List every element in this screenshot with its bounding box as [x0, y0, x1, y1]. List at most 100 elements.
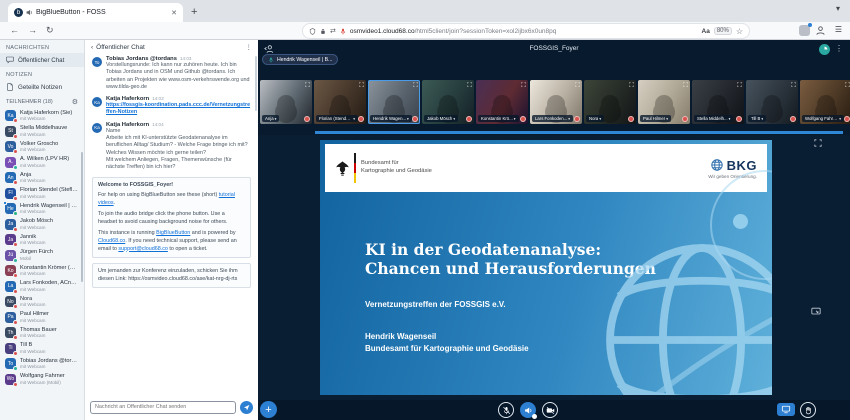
participant-row[interactable]: TiTill Bmit Webcam	[0, 341, 84, 357]
cloud68-link[interactable]: Cloud68.co	[98, 238, 125, 244]
chat-link[interactable]: https://fossgis-koordination.pads.ccc.de…	[106, 102, 251, 117]
bigbluebutton-link[interactable]: BigBlueButton	[156, 230, 190, 236]
chat-back-chevron[interactable]: ‹	[91, 44, 93, 51]
webcam-name-pill[interactable]: Till B▾	[748, 115, 766, 122]
expand-icon[interactable]	[629, 82, 634, 87]
participant-row[interactable]: HeHendrik Wagenseil | BKGmit Webcam	[0, 201, 84, 217]
chat-message-input[interactable]	[90, 401, 236, 414]
participant-row[interactable]: JaJannikmit Webcam	[0, 232, 84, 248]
webcam-tile[interactable]: Till B▾	[746, 80, 798, 124]
webcam-tile[interactable]: Anja▾	[260, 80, 312, 124]
webcam-tile[interactable]: Stella Middelh...▾	[692, 80, 744, 124]
participant-row[interactable]: AnAnjamit Webcam	[0, 170, 84, 186]
webcam-name-pill[interactable]: Konstantin Krö...▾	[478, 115, 519, 122]
connection-status-icon[interactable]	[819, 44, 830, 55]
webcam-tile[interactable]: Nora▾	[584, 80, 636, 124]
sidebar-item-shared-notes[interactable]: Geteilte Notizen	[0, 80, 84, 94]
bookmark-star-icon[interactable]: ☆	[736, 27, 743, 36]
expand-icon[interactable]	[521, 82, 526, 87]
expand-icon[interactable]	[791, 82, 796, 87]
participants-section-label: TEILNEHMER (18)	[6, 99, 53, 105]
participant-row[interactable]: KoKonstantin Krömer (RAG)mit Webcam	[0, 263, 84, 279]
webcam-tile[interactable]: Jakob Mösch▾	[422, 80, 474, 124]
webcam-tile[interactable]: Florian (Stendel...▾	[314, 80, 366, 124]
expand-icon[interactable]	[413, 82, 418, 87]
participant-row[interactable]: WoWolfgang Fahrnermit Webcam (Mobil)	[0, 372, 84, 388]
profile-icon[interactable]	[815, 25, 826, 36]
chat-text: Name Arbeite ich mit KI-unterstützte Geo…	[106, 128, 251, 172]
webcam-name-pill[interactable]: Lars Fonkoden...▾	[532, 115, 573, 122]
share-webcam-button[interactable]	[542, 402, 558, 418]
webcam-name-pill[interactable]: Hendrik Wagen...▾	[370, 115, 412, 122]
expand-icon[interactable]	[683, 82, 688, 87]
webcam-tile-active-speaker[interactable]: Hendrik Wagen...▾	[368, 80, 420, 124]
expand-icon[interactable]	[845, 82, 850, 87]
new-tab-button[interactable]: +	[191, 3, 197, 22]
chat-message-list[interactable]: To Tobias Jordans @tordans14:03 Vorstell…	[85, 54, 258, 399]
participant-row[interactable]: ThThomas Bauermit Webcam	[0, 325, 84, 341]
zoom-level-badge[interactable]: 80%	[714, 27, 732, 35]
translate-icon[interactable]: Aa	[702, 28, 710, 35]
manage-users-gear-icon[interactable]: ⚙	[72, 98, 78, 106]
webcam-name-pill[interactable]: Nora▾	[586, 115, 604, 122]
participant-row[interactable]: ToTobias Jordans @tordansmit Webcam	[0, 356, 84, 372]
options-menu-icon[interactable]: ⋮	[835, 44, 843, 53]
shield-icon[interactable]	[309, 28, 316, 35]
sidebar-item-public-chat[interactable]: Öffentlicher Chat	[0, 53, 84, 67]
back-button[interactable]: ←	[10, 25, 19, 35]
webcam-tile[interactable]: Lars Fonkoden...▾	[530, 80, 582, 124]
participants-scrollbar[interactable]	[81, 152, 83, 282]
participant-row[interactable]: NoNoramit Webcam	[0, 294, 84, 310]
mic-status-badge	[13, 134, 18, 139]
browser-tab[interactable]: b BigBlueButton - FOSS ✕	[8, 3, 183, 22]
talking-indicator[interactable]: Hendrik Wagenseil | B...	[262, 54, 338, 65]
expand-icon[interactable]	[575, 82, 580, 87]
participant-row[interactable]: LaLars Fonkoden, ACnet GmbHmit Webcam	[0, 279, 84, 295]
send-message-button[interactable]	[240, 401, 253, 414]
minimize-presentation-button[interactable]	[811, 307, 821, 316]
webcam-tile[interactable]: Wolfgang Fahrner▾	[800, 80, 850, 124]
presentation-fullscreen-icon[interactable]	[814, 139, 822, 147]
screen-icon	[781, 405, 791, 414]
actions-plus-button[interactable]: +	[260, 401, 277, 418]
tab-list-chevron-icon[interactable]: ▾	[836, 4, 840, 13]
raise-hand-button[interactable]	[800, 402, 816, 418]
extension-icon[interactable]	[799, 25, 810, 36]
webcam-name-pill[interactable]: Wolfgang Fahrner▾	[802, 115, 844, 122]
expand-icon[interactable]	[467, 82, 472, 87]
url-bar[interactable]: ⇄ osmvideo1.cloud68.co/html5client/join?…	[303, 24, 749, 38]
participant-row[interactable]: StStella Middelhauvemit Webcam	[0, 124, 84, 140]
support-email-link[interactable]: support@cloud68.co	[118, 246, 168, 252]
participant-row[interactable]: JüJürgen FürchMobil	[0, 248, 84, 264]
webcam-tile[interactable]: Konstantin Krö...▾	[476, 80, 528, 124]
webcam-name-pill[interactable]: Florian (Stendel...▾	[316, 115, 358, 122]
expand-icon[interactable]	[737, 82, 742, 87]
menu-icon[interactable]: ☰	[835, 25, 842, 34]
expand-icon[interactable]	[359, 82, 364, 87]
webcam-name-pill[interactable]: Anja▾	[262, 115, 279, 122]
participant-row[interactable]: PaPaul Hilmermit Webcam	[0, 310, 84, 326]
chat-options-icon[interactable]: ⋮	[246, 43, 253, 51]
restore-presentation-button[interactable]	[777, 403, 795, 416]
reload-button[interactable]: ↻	[46, 25, 54, 36]
participant-row[interactable]: KaKatja Haferkorn (Sie)mit Webcam	[0, 108, 84, 124]
webcam-name-pill[interactable]: Paul Hilmer▾	[640, 115, 671, 122]
expand-icon[interactable]	[305, 82, 310, 87]
tab-audio-icon[interactable]	[26, 9, 33, 16]
participant-row[interactable]: A.A. Wilken (LPV HR)mit Webcam	[0, 155, 84, 171]
participant-row[interactable]: JaJakob Möschmit Webcam	[0, 217, 84, 233]
leave-audio-button[interactable]	[520, 402, 536, 418]
tab-close-icon[interactable]: ✕	[169, 9, 177, 17]
chat-scrollbar[interactable]	[255, 56, 257, 111]
webcam-name-pill[interactable]: Jakob Mösch▾	[424, 115, 458, 122]
participant-row[interactable]: VoVolker Groschomit Webcam	[0, 139, 84, 155]
mute-microphone-button[interactable]	[498, 402, 514, 418]
participant-row[interactable]: FlFlorian Stendel (Stefletet)mit Webcam	[0, 186, 84, 202]
webcam-resize-divider[interactable]	[315, 131, 843, 134]
forward-button[interactable]: →	[28, 25, 37, 35]
webcam-tile[interactable]: Paul Hilmer▾	[638, 80, 690, 124]
webcam-name-pill[interactable]: Stella Middelh...▾	[694, 115, 733, 122]
mic-in-use-icon[interactable]	[340, 28, 346, 35]
permissions-icon[interactable]: ⇄	[330, 27, 336, 35]
lock-icon[interactable]	[320, 28, 326, 35]
